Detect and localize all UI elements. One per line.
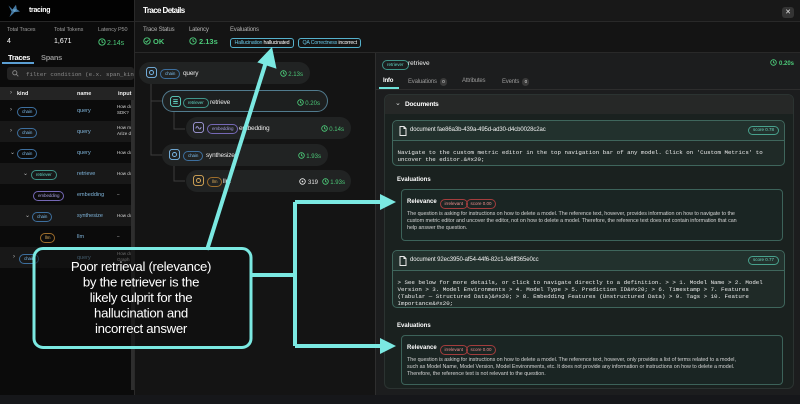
svg-text:Poor retrieval (relevance): Poor retrieval (relevance) (71, 259, 211, 274)
svg-text:by the retriever is the: by the retriever is the (83, 275, 199, 290)
svg-text:incorrect answer: incorrect answer (95, 321, 188, 336)
svg-text:likely culprit for the: likely culprit for the (90, 290, 193, 305)
svg-text:hallucination and: hallucination and (94, 306, 188, 321)
